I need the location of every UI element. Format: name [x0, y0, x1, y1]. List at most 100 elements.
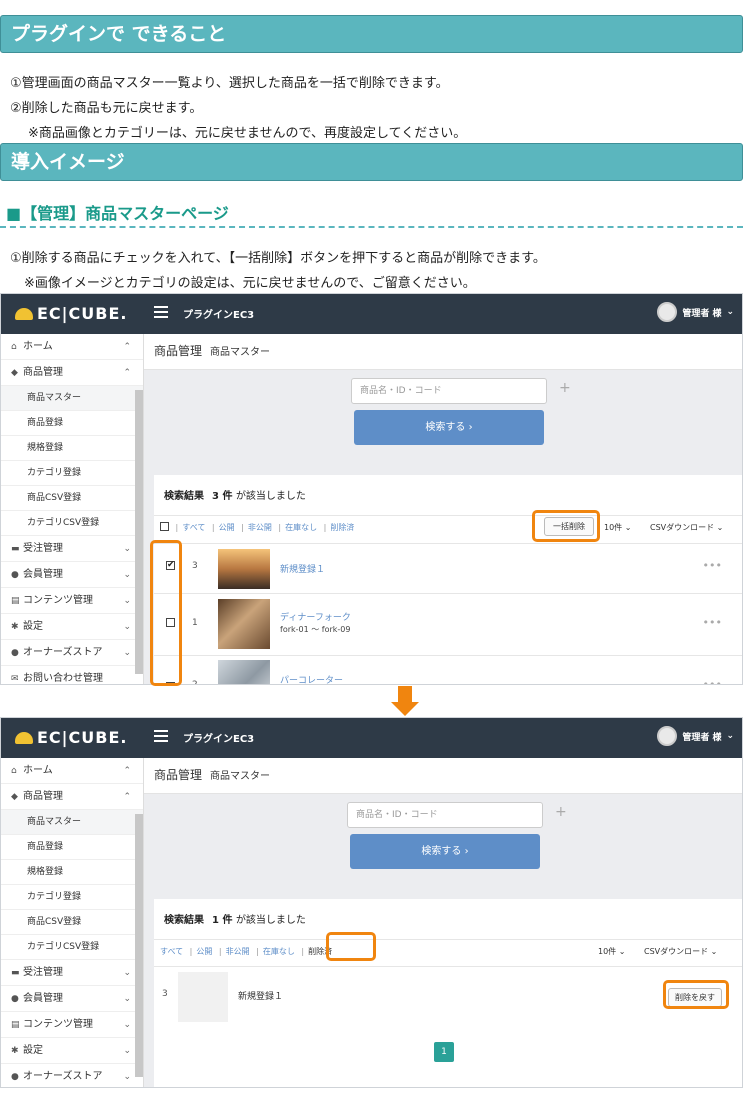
- page-size-select[interactable]: 10件 ⌄: [604, 522, 631, 533]
- chevron-down-icon: ⌄: [123, 968, 131, 978]
- sidebar-item-members[interactable]: ● 会員管理 ⌄: [1, 562, 143, 588]
- filter-public[interactable]: 公開: [219, 523, 235, 532]
- pagination-page[interactable]: 1: [434, 1042, 454, 1062]
- highlight-restore-button: [663, 980, 729, 1009]
- sidebar-item-cut[interactable]: ✉ お問い合わせ管理: [1, 666, 143, 684]
- eccube-logo: EC|CUBE.: [15, 304, 127, 323]
- sidebar-item-settings[interactable]: ✱ 設定 ⌄: [1, 614, 143, 640]
- sidebar-item-category-register[interactable]: カテゴリ登録: [1, 461, 143, 486]
- sidebar-item-home[interactable]: ⌂ ホーム ⌃: [1, 758, 143, 784]
- filter-all[interactable]: すべて: [182, 523, 205, 532]
- sidebar-scrollbar[interactable]: [135, 814, 143, 1077]
- chevron-down-icon: ⌄: [123, 596, 131, 606]
- product-name: 新規登録１: [238, 992, 284, 1002]
- csv-download[interactable]: CSVダウンロード ⌄: [650, 522, 723, 533]
- table-row: 3 新規登録１ 削除を戻す: [154, 966, 742, 1028]
- result-list: すべて | 公開 | 非公開 | 在庫なし | 削除済 10件 ⌄ CSVダウンロード …: [154, 939, 742, 1087]
- search-button[interactable]: 検索する ›: [354, 410, 544, 445]
- users-icon: ●: [11, 994, 19, 1004]
- sidebar-item-product-register[interactable]: 商品登録: [1, 835, 143, 860]
- more-icon[interactable]: •••: [703, 678, 722, 684]
- product-name-link[interactable]: パーコレーター: [280, 673, 343, 684]
- sidebar-item-product-csv[interactable]: 商品CSV登録: [1, 910, 143, 935]
- user-menu[interactable]: 管理者 様 ⌄: [657, 302, 734, 322]
- sidebar-item-products[interactable]: ◆ 商品管理 ⌃: [1, 360, 143, 386]
- dashed-divider: [0, 226, 743, 228]
- sidebar-item-category-csv[interactable]: カテゴリCSV登録: [1, 935, 143, 960]
- sidebar-item-products[interactable]: ◆ 商品管理 ⌃: [1, 784, 143, 810]
- chevron-down-icon: ⌄: [123, 1072, 131, 1082]
- home-icon: ⌂: [11, 766, 17, 776]
- sidebar-item-orders[interactable]: ▬ 受注管理 ⌄: [1, 536, 143, 562]
- info-icon: ●: [11, 1072, 19, 1082]
- more-icon[interactable]: •••: [703, 616, 722, 629]
- chevron-up-icon: ⌃: [123, 342, 131, 352]
- filter-no-stock[interactable]: 在庫なし: [285, 523, 317, 532]
- sidebar-item-product-csv[interactable]: 商品CSV登録: [1, 486, 143, 511]
- product-id: 1: [192, 618, 198, 628]
- search-button[interactable]: 検索する ›: [350, 834, 540, 869]
- sidebar-item-orders[interactable]: ▬ 受注管理 ⌄: [1, 960, 143, 986]
- table-row: 2 パーコレーター •••: [154, 655, 742, 685]
- filter-all[interactable]: すべて: [160, 947, 183, 956]
- sidebar-item-product-master[interactable]: 商品マスター: [1, 386, 143, 411]
- sidebar-item-home[interactable]: ⌂ ホーム ⌃: [1, 334, 143, 360]
- section-banner-intro: 導入イメージ: [0, 143, 743, 181]
- sidebar-item-contents[interactable]: ▤ コンテンツ管理 ⌄: [1, 1012, 143, 1038]
- table-row: 1 ディナーフォーク fork-01 ～ fork-09 •••: [154, 593, 742, 655]
- sidebar-item-product-master[interactable]: 商品マスター: [1, 810, 143, 835]
- mail-icon: ✉: [11, 674, 19, 684]
- sidebar-item-store[interactable]: ● オーナーズストア ⌄: [1, 640, 143, 666]
- product-id: 2: [192, 680, 198, 685]
- eccube-logo: EC|CUBE.: [15, 728, 127, 747]
- table-row: ✔ 3 新規登録１ •••: [154, 543, 742, 593]
- sidebar-item-settings[interactable]: ✱ 設定 ⌄: [1, 1038, 143, 1064]
- user-menu[interactable]: 管理者 様 ⌄: [657, 726, 734, 746]
- search-input[interactable]: 商品名・ID・コード: [347, 802, 543, 828]
- more-icon[interactable]: •••: [703, 559, 722, 572]
- cart-icon: ▬: [11, 968, 20, 978]
- csv-download[interactable]: CSVダウンロード ⌄: [644, 946, 717, 957]
- users-icon: ●: [11, 570, 19, 580]
- filter-public[interactable]: 公開: [196, 947, 212, 956]
- sidebar-item-contents[interactable]: ▤ コンテンツ管理 ⌄: [1, 588, 143, 614]
- app-title: プラグインEC3: [183, 734, 255, 745]
- logo-icon: [15, 732, 33, 744]
- no-image-icon: [178, 972, 228, 1022]
- cart-icon: ▬: [11, 544, 20, 554]
- sidebar-item-members[interactable]: ● 会員管理 ⌄: [1, 986, 143, 1012]
- screenshot-after: EC|CUBE. プラグインEC3 管理者 様 ⌄ ⌂ ホーム ⌃ ◆ 商品管理 ⌃ 商品…: [0, 717, 743, 1088]
- sidebar-item-category-csv[interactable]: カテゴリCSV登録: [1, 511, 143, 536]
- chevron-down-icon: ⌄: [123, 1046, 131, 1056]
- sidebar-item-spec-register[interactable]: 規格登録: [1, 860, 143, 885]
- sidebar-item-store[interactable]: ● オーナーズストア ⌄: [1, 1064, 143, 1087]
- filter-no-stock[interactable]: 在庫なし: [263, 947, 295, 956]
- tag-icon: ◆: [11, 368, 18, 378]
- filter-deleted[interactable]: 削除済: [330, 523, 354, 532]
- sidebar: ⌂ ホーム ⌃ ◆ 商品管理 ⌃ 商品マスター 商品登録 規格登録 カテゴリ登録 商品C…: [1, 758, 144, 1087]
- result-header: 検索結果 1 件 が該当しました: [154, 899, 742, 939]
- chevron-up-icon: ⌃: [123, 368, 131, 378]
- sidebar-item-product-register[interactable]: 商品登録: [1, 411, 143, 436]
- product-id: 3: [192, 561, 198, 571]
- status-filters: | すべて | 公開 | 非公開 | 在庫なし | 削除済: [160, 522, 358, 533]
- gear-icon: ✱: [11, 622, 19, 632]
- select-all-checkbox[interactable]: [160, 522, 169, 531]
- product-name-link[interactable]: 新規登録１: [280, 562, 325, 575]
- sidebar-scrollbar[interactable]: [135, 390, 143, 674]
- file-icon: ▤: [11, 596, 20, 606]
- menu-icon[interactable]: [154, 306, 168, 318]
- logo-icon: [15, 308, 33, 320]
- page-size-select[interactable]: 10件 ⌄: [598, 946, 625, 957]
- breadcrumb: 商品管理 商品マスター: [144, 758, 742, 794]
- search-input[interactable]: 商品名・ID・コード: [351, 378, 547, 404]
- plus-icon[interactable]: +: [559, 380, 571, 396]
- product-id: 3: [162, 989, 168, 999]
- product-name-link[interactable]: ディナーフォーク: [280, 610, 351, 623]
- filter-private[interactable]: 非公開: [226, 947, 250, 956]
- menu-icon[interactable]: [154, 730, 168, 742]
- filter-private[interactable]: 非公開: [248, 523, 272, 532]
- plus-icon[interactable]: +: [555, 804, 567, 820]
- sidebar-item-category-register[interactable]: カテゴリ登録: [1, 885, 143, 910]
- sidebar-item-spec-register[interactable]: 規格登録: [1, 436, 143, 461]
